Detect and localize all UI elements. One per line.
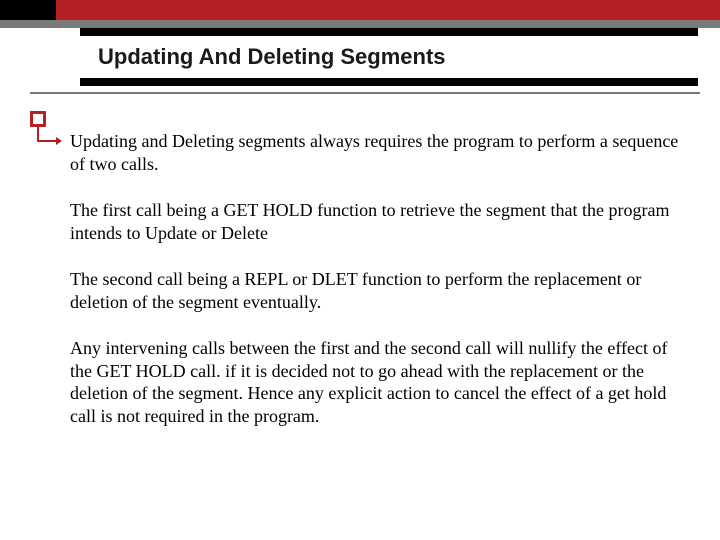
header-black-corner — [0, 0, 56, 20]
content-area: Updating and Deleting segments always re… — [70, 130, 688, 451]
slide-title: Updating And Deleting Segments — [98, 44, 680, 70]
paragraph-1: Updating and Deleting segments always re… — [70, 130, 688, 175]
header-gray-bar — [0, 20, 720, 28]
arrow-head-icon — [56, 137, 62, 145]
divider-line — [30, 92, 700, 94]
paragraph-2: The first call being a GET HOLD function… — [70, 199, 688, 244]
title-box: Updating And Deleting Segments — [80, 28, 698, 86]
bullet-square-icon — [30, 111, 46, 127]
header-red-bar — [0, 0, 720, 20]
title-inner: Updating And Deleting Segments — [80, 36, 698, 78]
paragraph-3: The second call being a REPL or DLET fun… — [70, 268, 688, 313]
paragraph-4: Any intervening calls between the first … — [70, 337, 688, 427]
slide: Updating And Deleting Segments Updating … — [0, 0, 720, 540]
